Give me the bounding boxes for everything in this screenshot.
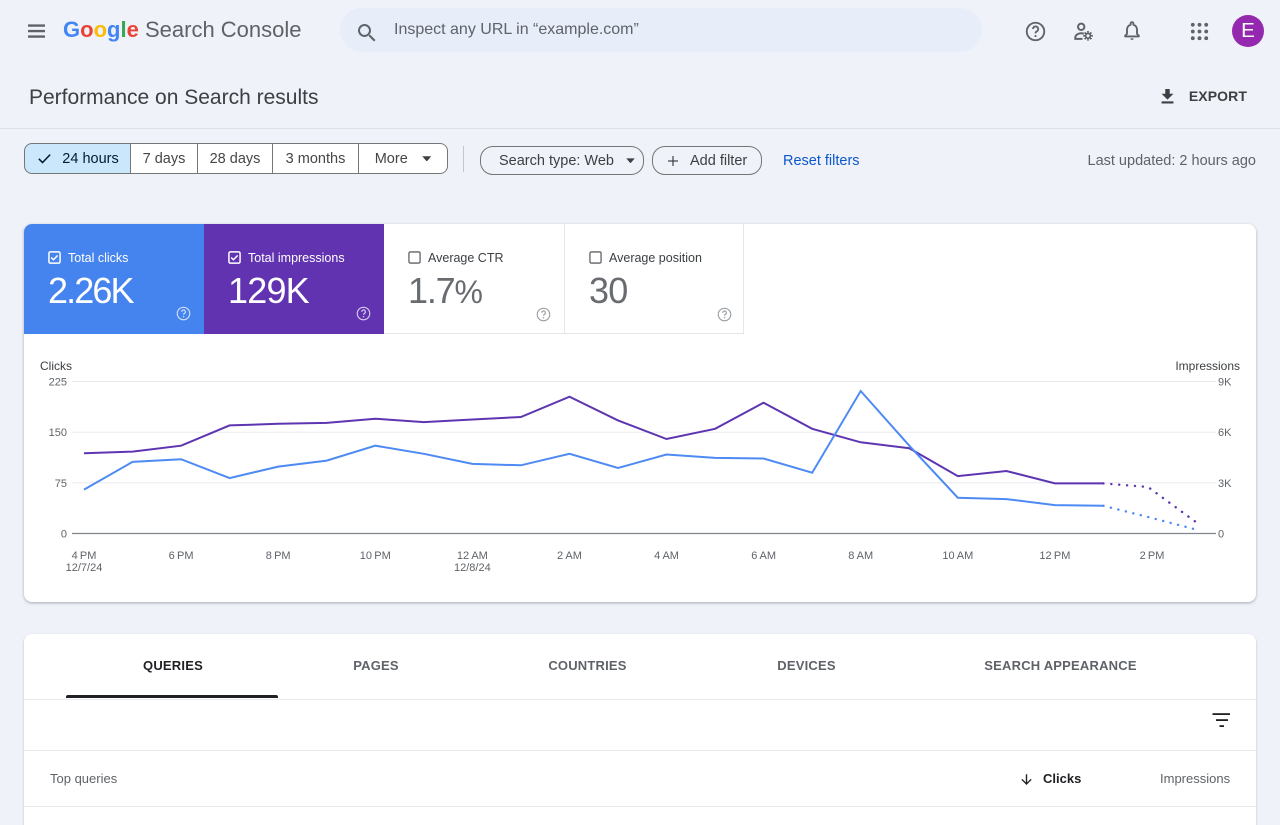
svg-text:12 PM: 12 PM	[1039, 550, 1070, 562]
svg-text:4 AM: 4 AM	[654, 550, 679, 562]
svg-text:Impressions: Impressions	[1175, 359, 1240, 373]
svg-text:12 AM: 12 AM	[457, 550, 488, 562]
svg-text:2 AM: 2 AM	[557, 550, 582, 562]
svg-text:10 PM: 10 PM	[360, 550, 391, 562]
svg-text:8 AM: 8 AM	[848, 550, 873, 562]
svg-text:10 AM: 10 AM	[942, 550, 973, 562]
svg-text:12/8/24: 12/8/24	[454, 562, 491, 574]
svg-text:12/7/24: 12/7/24	[66, 562, 103, 574]
svg-text:225: 225	[49, 377, 67, 389]
svg-text:8 PM: 8 PM	[266, 550, 291, 562]
svg-text:0: 0	[61, 529, 67, 541]
svg-text:Clicks: Clicks	[40, 359, 72, 373]
svg-text:2 PM: 2 PM	[1140, 550, 1165, 562]
svg-text:3K: 3K	[1218, 478, 1232, 490]
svg-text:6 AM: 6 AM	[751, 550, 776, 562]
svg-text:4 PM: 4 PM	[72, 550, 97, 562]
svg-text:150: 150	[49, 427, 67, 439]
svg-text:75: 75	[55, 478, 67, 490]
svg-text:9K: 9K	[1218, 377, 1232, 389]
svg-text:6 PM: 6 PM	[169, 550, 194, 562]
svg-text:6K: 6K	[1218, 427, 1232, 439]
svg-text:0: 0	[1218, 529, 1224, 541]
